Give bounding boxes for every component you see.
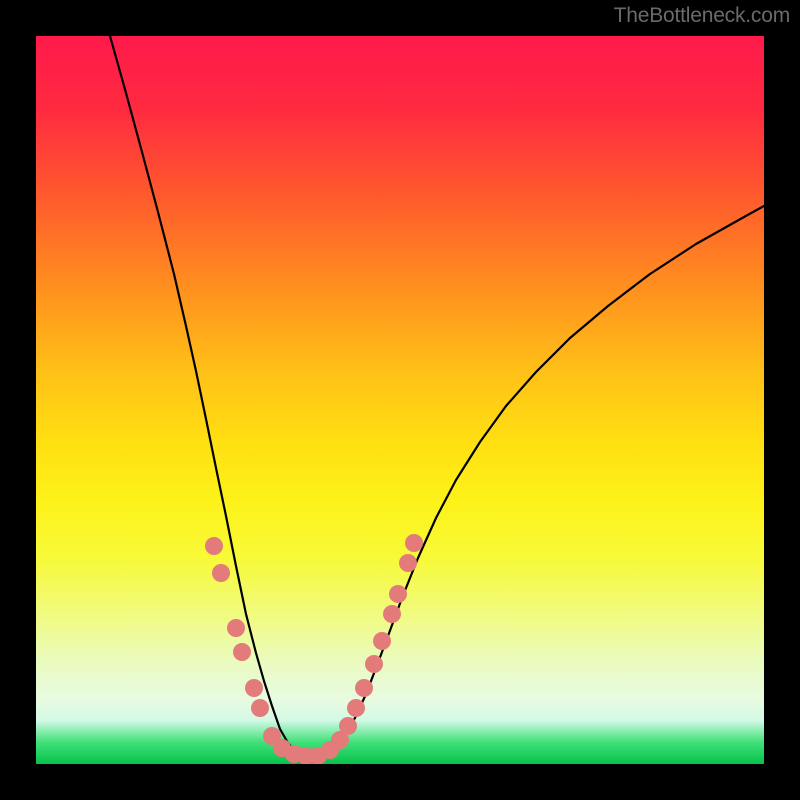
marker-dot — [365, 655, 383, 673]
marker-dot — [339, 717, 357, 735]
marker-dot — [355, 679, 373, 697]
marker-dot — [399, 554, 417, 572]
plot-area — [36, 36, 764, 764]
chart-frame: TheBottleneck.com — [0, 0, 800, 800]
marker-dot — [383, 605, 401, 623]
marker-dot — [245, 679, 263, 697]
marker-dot — [373, 632, 391, 650]
marker-dot — [212, 564, 230, 582]
marker-dot — [251, 699, 269, 717]
marker-dot — [205, 537, 223, 555]
highlighted-markers — [205, 534, 423, 764]
marker-dot — [347, 699, 365, 717]
chart-svg — [36, 36, 764, 764]
marker-dot — [389, 585, 407, 603]
marker-dot — [227, 619, 245, 637]
watermark-text: TheBottleneck.com — [614, 4, 790, 28]
marker-dot — [405, 534, 423, 552]
marker-dot — [233, 643, 251, 661]
bottleneck-curve — [110, 36, 764, 756]
